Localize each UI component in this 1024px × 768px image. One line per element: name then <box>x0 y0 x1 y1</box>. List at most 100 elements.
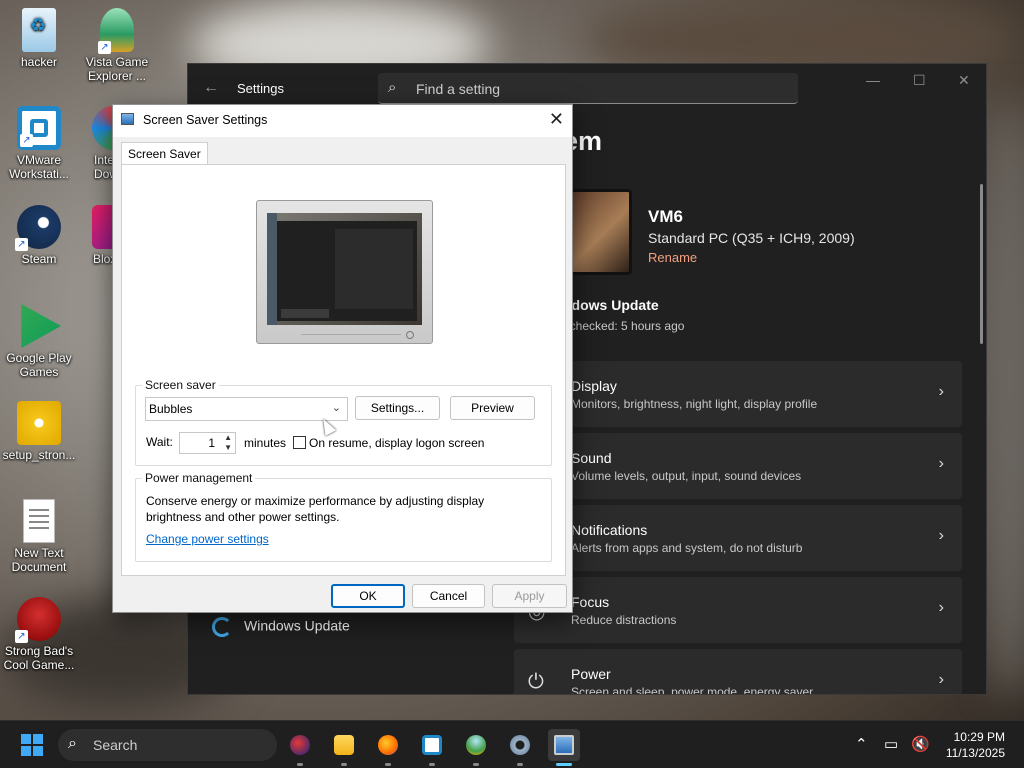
desktop-icon-label: hacker <box>20 55 58 69</box>
shortcut-arrow-icon: ↗ <box>20 134 33 147</box>
screen-saver-group-label: Screen saver <box>145 378 216 392</box>
desktop-icon-vmware[interactable]: ↗ VMware Workstati... <box>1 106 77 181</box>
firefox-icon <box>378 735 398 755</box>
game-explorer-icon <box>466 735 486 755</box>
shortcut-arrow-icon: ↗ <box>15 238 28 251</box>
gear-icon <box>510 735 530 755</box>
resume-logon-checkbox[interactable] <box>293 436 306 449</box>
taskbar-app-file-explorer[interactable] <box>328 729 360 766</box>
settings-search-placeholder: Find a setting <box>416 81 501 97</box>
shortcut-arrow-icon: ↗ <box>15 630 28 643</box>
desktop-icon-blox[interactable]: Blox <box>80 205 112 266</box>
desktop-icon-setup[interactable]: setup_stron... <box>1 401 77 462</box>
minutes-label: minutes <box>244 436 287 450</box>
chevron-right-icon: › <box>938 671 944 688</box>
sidebar-item-windows-update[interactable]: Windows Update <box>212 617 350 637</box>
row-title: Notifications <box>571 522 648 538</box>
wait-minutes-stepper[interactable]: 1 ▲ ▼ <box>179 432 236 454</box>
preview-button[interactable]: Preview <box>450 396 535 420</box>
taskbar-app-globe[interactable] <box>284 729 316 766</box>
desktop-icon-label: Vista Game Explorer ... <box>85 55 149 83</box>
windows-update-icon <box>212 617 232 637</box>
cancel-button[interactable]: Cancel <box>412 584 485 608</box>
text-file-icon <box>23 499 55 543</box>
spin-up-icon[interactable]: ▲ <box>224 433 232 443</box>
row-title: Power <box>571 666 611 682</box>
desktop-icon-strong-bad[interactable]: ↗ Strong Bad's Cool Game... <box>1 597 77 672</box>
desktop-icon-vista-game-explorer[interactable]: ↗ Vista Game Explorer ... <box>79 8 155 83</box>
taskbar-search[interactable]: ⌕ Search <box>58 729 277 761</box>
windows-update-title[interactable]: ndows Update <box>563 297 659 313</box>
clock-time: 10:29 PM <box>953 730 1005 744</box>
preview-screen <box>267 213 422 325</box>
minimize-icon[interactable]: — <box>866 72 880 88</box>
desktop-icon-recycle-bin[interactable]: ♻ hacker <box>1 8 77 69</box>
row-title: Display <box>571 378 617 394</box>
power-icon: ⏻ <box>528 671 544 693</box>
intel-icon <box>92 106 112 150</box>
disc-icon <box>17 401 61 445</box>
taskbar-search-label: Search <box>93 737 138 753</box>
monitor-preview <box>256 200 433 344</box>
row-title: Sound <box>571 450 612 466</box>
change-power-settings-link[interactable]: Change power settings <box>146 532 269 546</box>
dialog-title: Screen Saver Settings <box>143 113 268 127</box>
tab-screen-saver[interactable]: Screen Saver <box>121 142 208 165</box>
trophy-icon: ↗ <box>98 8 134 54</box>
volume-muted-icon[interactable]: 🔇 <box>911 735 930 753</box>
row-subtitle: Monitors, brightness, night light, displ… <box>571 397 818 411</box>
taskbar-app-screen-saver[interactable] <box>548 729 580 766</box>
steam-icon: ↗ <box>15 205 61 251</box>
settings-button[interactable]: Settings... <box>355 396 440 420</box>
settings-row-focus[interactable]: ◎ Focus Reduce distractions › <box>514 577 962 643</box>
network-icon[interactable]: ▭ <box>884 735 898 753</box>
spin-down-icon[interactable]: ▼ <box>224 443 232 453</box>
maximize-icon[interactable]: ☐ <box>913 72 926 89</box>
desktop-icon-steam[interactable]: ↗ Steam <box>1 205 77 266</box>
settings-row-display[interactable]: ▭ Display Monitors, brightness, night li… <box>514 361 962 427</box>
settings-row-sound[interactable]: 🔈 Sound Volume levels, output, input, so… <box>514 433 962 499</box>
taskbar-app-firefox[interactable] <box>372 729 404 766</box>
close-icon[interactable]: ✕ <box>549 109 564 130</box>
folder-icon <box>334 735 354 755</box>
desktop-icon-google-play-games[interactable]: Google Play Games <box>1 304 77 379</box>
start-button[interactable] <box>21 734 43 756</box>
apply-button[interactable]: Apply <box>492 584 567 608</box>
taskbar-app-game-explorer[interactable] <box>460 729 492 766</box>
device-thumbnail <box>563 189 632 275</box>
taskbar-app-settings[interactable] <box>504 729 536 766</box>
chevron-up-icon[interactable]: ⌃ <box>855 735 868 753</box>
recycle-bin-icon: ♻ <box>22 8 56 52</box>
chevron-right-icon: › <box>938 455 944 472</box>
vmware-icon <box>422 735 442 755</box>
device-model: Standard PC (Q35 + ICH9, 2009) <box>648 230 855 246</box>
settings-app-title: Settings <box>237 81 284 96</box>
chevron-right-icon: › <box>938 599 944 616</box>
row-subtitle: Alerts from apps and system, do not dist… <box>571 541 803 555</box>
desktop-icon-label: Blox <box>93 252 112 266</box>
resume-logon-label[interactable]: On resume, display logon screen <box>309 436 484 450</box>
rename-link[interactable]: Rename <box>648 250 697 265</box>
desktop-icon-label: setup_stron... <box>2 448 76 462</box>
wait-value: 1 <box>208 436 215 450</box>
desktop-icon-intel[interactable]: Inte Dow <box>80 106 112 181</box>
row-subtitle: Screen and sleep, power mode, energy sav… <box>571 685 814 695</box>
close-icon[interactable]: ✕ <box>958 72 970 89</box>
row-title: Focus <box>571 594 610 610</box>
play-games-icon <box>21 304 61 348</box>
taskbar-app-vmware[interactable] <box>416 729 448 766</box>
settings-row-power[interactable]: ⏻ Power Screen and sleep, power mode, en… <box>514 649 962 695</box>
screen-saver-dropdown[interactable]: Bubbles ⌄ <box>145 397 348 421</box>
ok-button[interactable]: OK <box>331 584 405 608</box>
row-subtitle: Volume levels, output, input, sound devi… <box>571 469 802 483</box>
taskbar-clock[interactable]: 10:29 PM 11/13/2025 <box>946 729 1005 761</box>
search-icon: ⌕ <box>68 735 77 752</box>
back-arrow-icon[interactable]: ← <box>203 79 219 97</box>
scrollbar[interactable] <box>980 184 983 344</box>
settings-search-box[interactable]: ⌕ Find a setting <box>378 73 798 104</box>
desktop-icon-new-text-document[interactable]: New Text Document <box>1 499 77 574</box>
settings-row-notifications[interactable]: ◻ Notifications Alerts from apps and sys… <box>514 505 962 571</box>
desktop-icon-label: Strong Bad's Cool Game... <box>3 644 75 672</box>
shortcut-arrow-icon: ↗ <box>98 41 111 54</box>
blox-icon <box>92 205 112 249</box>
